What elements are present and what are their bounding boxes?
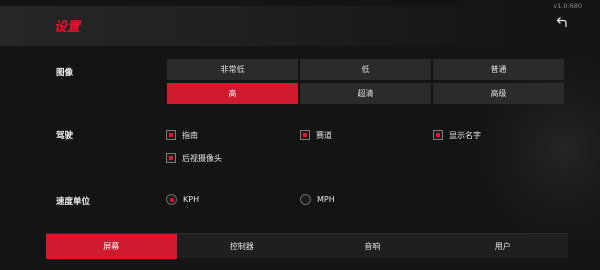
quality-option-low[interactable]: 低	[300, 59, 431, 80]
settings-tabbar: 屏幕 控制器 音响 用户	[46, 233, 569, 259]
show-names-checkbox[interactable]	[433, 130, 443, 140]
tab-user[interactable]: 用户	[438, 234, 569, 259]
mph-radio[interactable]	[300, 194, 311, 205]
quality-option-normal[interactable]: 普通	[433, 59, 564, 80]
quality-option-ultra[interactable]: 超清	[300, 83, 431, 104]
mph-label: MPH	[317, 195, 335, 204]
version-label: v1.0.680	[553, 2, 582, 10]
driving-label: 驾驶	[56, 131, 74, 141]
tab-screen[interactable]: 屏幕	[46, 234, 177, 259]
guide-label: 指南	[182, 131, 198, 140]
kph-radio[interactable]	[166, 194, 177, 205]
rear-camera-label: 后视摄像头	[182, 154, 222, 163]
quality-option-very-low[interactable]: 非常低	[167, 59, 298, 80]
track-checkbox[interactable]	[300, 130, 310, 140]
back-arrow-icon[interactable]	[556, 16, 568, 28]
kph-label: KPH	[183, 195, 200, 204]
track-label: 赛道	[316, 131, 332, 140]
tab-audio[interactable]: 音响	[307, 234, 438, 259]
rear-camera-checkbox[interactable]	[166, 153, 176, 163]
tab-controller[interactable]: 控制器	[177, 234, 308, 259]
show-names-label: 显示名字	[449, 131, 481, 140]
guide-checkbox[interactable]	[166, 130, 176, 140]
graphics-label: 图像	[56, 68, 74, 78]
page-title: 设置	[54, 20, 81, 35]
quality-option-high[interactable]: 高	[167, 83, 298, 104]
speed-unit-label: 速度单位	[56, 197, 91, 207]
quality-option-advanced[interactable]: 高级	[433, 83, 564, 104]
